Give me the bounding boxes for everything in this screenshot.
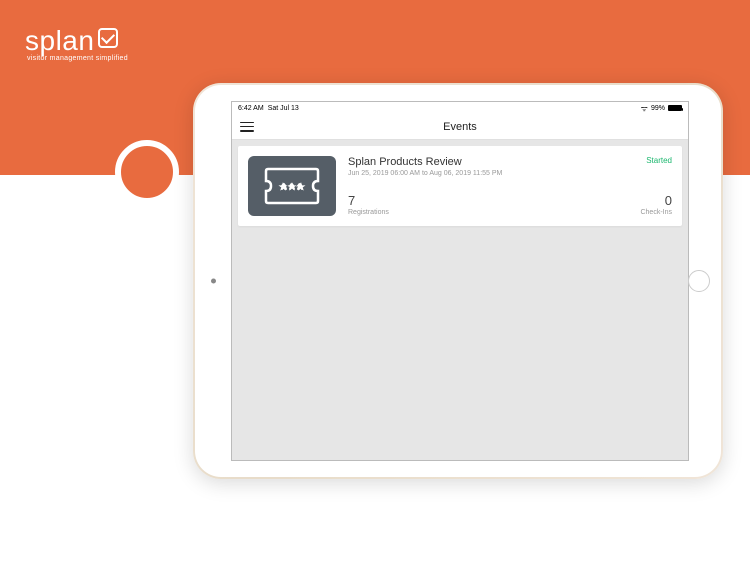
ticket-icon: ★★★ bbox=[264, 167, 320, 205]
brand-logo: splan visitor management simplified bbox=[25, 25, 128, 62]
event-status-badge: Started bbox=[646, 156, 672, 165]
registrations-stat: 7 Registrations bbox=[348, 193, 389, 216]
content-area: ★★★ Splan Products Review Started Jun 25… bbox=[232, 140, 688, 460]
brand-name: splan bbox=[25, 25, 128, 57]
status-bar: 6:42 AM Sat Jul 13 ᯤ 99% bbox=[232, 102, 688, 114]
event-details: Splan Products Review Started Jun 25, 20… bbox=[348, 156, 672, 216]
checkins-stat: 0 Check-Ins bbox=[640, 193, 672, 216]
event-icon-container: ★★★ bbox=[248, 156, 336, 216]
navigation-bar: Events bbox=[232, 114, 688, 140]
status-time: 6:42 AM bbox=[238, 105, 264, 112]
camera-dot bbox=[211, 279, 216, 284]
battery-percent: 99% bbox=[651, 105, 665, 112]
status-date: Sat Jul 13 bbox=[268, 105, 299, 112]
check-icon bbox=[98, 28, 118, 48]
status-bar-left: 6:42 AM Sat Jul 13 bbox=[238, 105, 299, 112]
registrations-label: Registrations bbox=[348, 209, 389, 216]
checkins-count: 0 bbox=[665, 193, 672, 208]
event-header: Splan Products Review Started bbox=[348, 156, 672, 168]
svg-text:★★★: ★★★ bbox=[279, 182, 306, 193]
event-date-range: Jun 25, 2019 06:00 AM to Aug 06, 2019 11… bbox=[348, 170, 672, 177]
brand-name-text: splan bbox=[25, 25, 94, 57]
page-title: Events bbox=[443, 121, 477, 133]
checkins-label: Check-Ins bbox=[640, 209, 672, 216]
event-card[interactable]: ★★★ Splan Products Review Started Jun 25… bbox=[238, 146, 682, 226]
brand-tagline: visitor management simplified bbox=[27, 55, 128, 62]
ipad-screen: 6:42 AM Sat Jul 13 ᯤ 99% Events bbox=[231, 101, 689, 461]
registrations-count: 7 bbox=[348, 193, 389, 208]
event-stats: 7 Registrations 0 Check-Ins bbox=[348, 181, 672, 216]
status-bar-right: ᯤ 99% bbox=[641, 103, 682, 114]
ipad-bezel: 6:42 AM Sat Jul 13 ᯤ 99% Events bbox=[195, 85, 721, 477]
home-button[interactable] bbox=[688, 270, 710, 292]
menu-button[interactable] bbox=[240, 122, 254, 132]
ipad-device-frame: 6:42 AM Sat Jul 13 ᯤ 99% Events bbox=[193, 83, 723, 479]
event-title: Splan Products Review bbox=[348, 156, 462, 168]
decorative-circle bbox=[115, 140, 179, 204]
battery-icon bbox=[668, 105, 682, 111]
wifi-icon: ᯤ bbox=[641, 103, 648, 114]
